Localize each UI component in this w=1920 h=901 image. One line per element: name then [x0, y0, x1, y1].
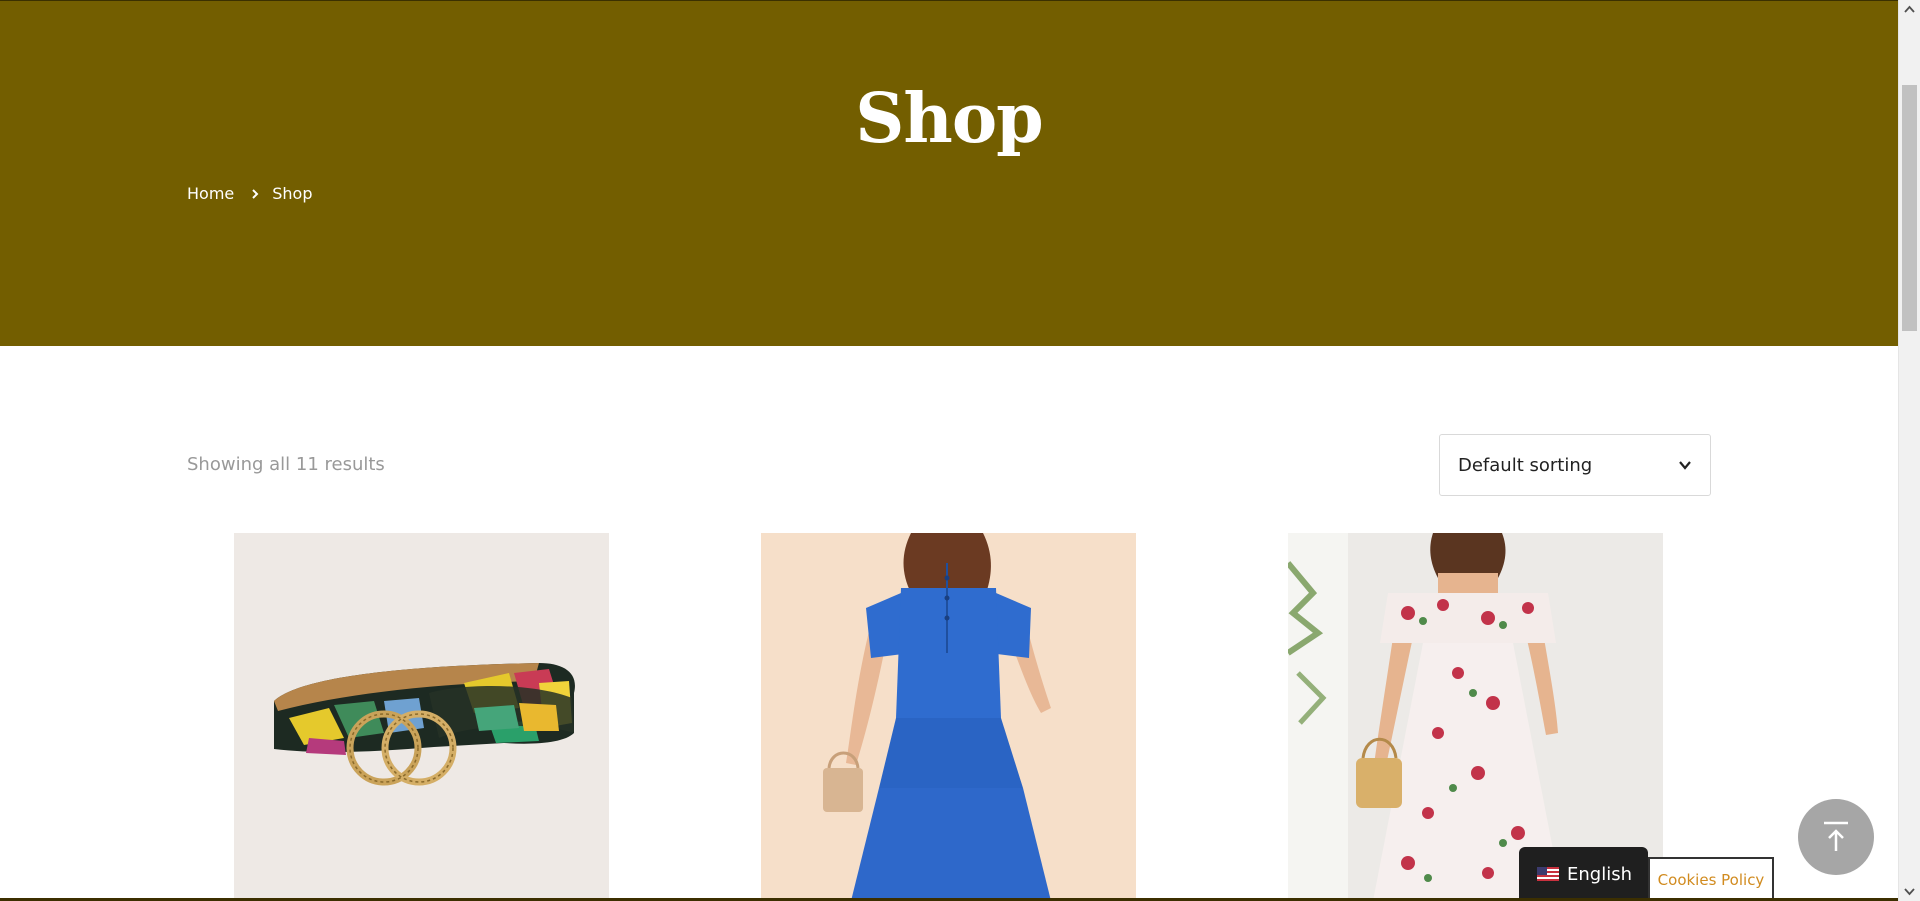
back-to-top-button[interactable]: [1798, 799, 1874, 875]
sort-dropdown[interactable]: Default sorting: [1439, 434, 1711, 496]
scroll-up-arrow-icon[interactable]: [1904, 4, 1915, 15]
breadcrumb-current: Shop: [272, 184, 313, 203]
language-switcher[interactable]: English: [1519, 847, 1648, 901]
product-card-blue-dress[interactable]: [761, 533, 1136, 901]
scroll-down-arrow-icon[interactable]: [1904, 886, 1915, 897]
page-title: Shop: [855, 79, 1043, 159]
snakeskin-belt-image[interactable]: [234, 533, 609, 901]
shop-page: Shop Home Shop Showing all 11 results De…: [0, 0, 1920, 901]
product-card-floral-dress[interactable]: [1288, 533, 1663, 901]
sort-selected-label: Default sorting: [1458, 454, 1593, 476]
scrollbar-thumb[interactable]: [1902, 85, 1917, 331]
product-card-belt[interactable]: [234, 533, 609, 901]
us-flag-icon: [1537, 867, 1559, 881]
blue-tiered-dress-image[interactable]: [761, 533, 1136, 901]
page-header-banner: Shop Home Shop: [0, 0, 1898, 346]
result-count: Showing all 11 results: [187, 454, 385, 475]
chevron-right-icon: [252, 188, 259, 199]
vertical-scrollbar[interactable]: [1898, 0, 1920, 901]
floral-off-shoulder-dress-image[interactable]: [1288, 533, 1663, 901]
chevron-down-icon: [1679, 461, 1691, 470]
arrow-to-top-icon: [1824, 821, 1848, 851]
language-label: English: [1567, 863, 1632, 885]
breadcrumb: Home Shop: [187, 184, 313, 203]
breadcrumb-home-link[interactable]: Home: [187, 184, 234, 203]
cookies-policy-link[interactable]: Cookies Policy: [1648, 857, 1774, 901]
